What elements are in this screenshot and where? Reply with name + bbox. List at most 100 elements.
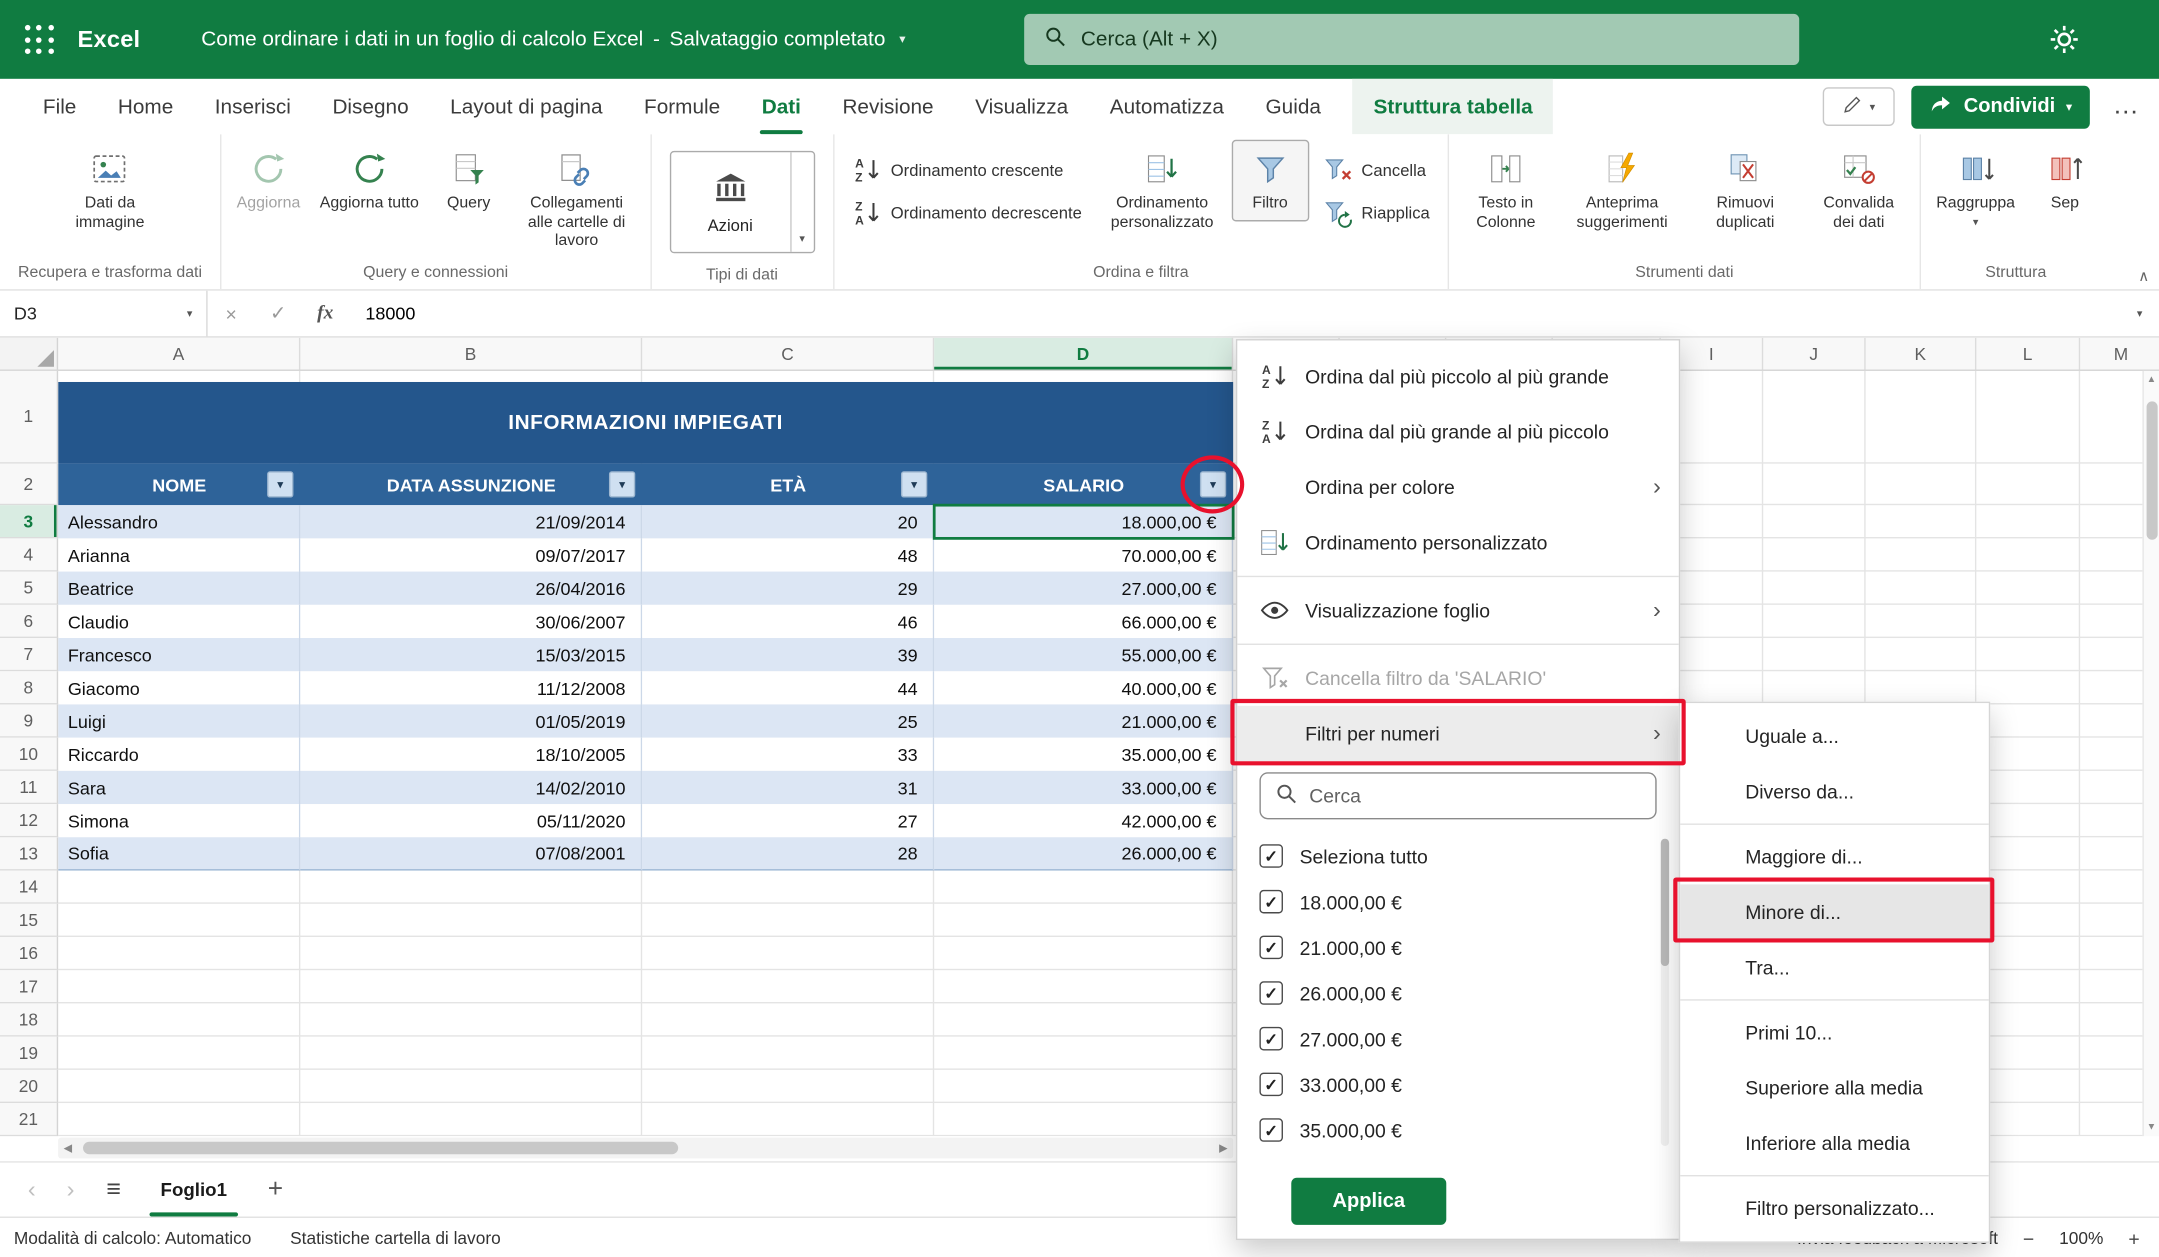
scroll-down-icon[interactable]: ▼ <box>2144 1122 2159 1132</box>
cell[interactable]: Alessandro <box>58 505 300 538</box>
ribbon-tab-struttura-tabella[interactable]: Struttura tabella <box>1353 79 1554 134</box>
column-header-j[interactable]: J <box>1763 338 1865 370</box>
azioni-gallery[interactable]: Azioni▾ <box>669 151 814 253</box>
cell[interactable]: 70.000,00 € <box>934 538 1233 571</box>
cell[interactable]: 42.000,00 € <box>934 804 1233 837</box>
cell[interactable]: Riccardo <box>58 738 300 771</box>
filter-dropdown-data-assunzione[interactable]: ▾ <box>609 471 635 497</box>
row-header-4[interactable]: 4 <box>0 538 58 571</box>
column-header-a[interactable]: A <box>58 338 300 370</box>
filter-dropdown-et[interactable]: ▾ <box>901 471 927 497</box>
menu-item-visualizzazione-foglio[interactable]: Visualizzazione foglio› <box>1237 583 1678 638</box>
rimuovi-duplicati-button[interactable]: Rimuovi duplicati <box>1689 140 1802 240</box>
menu-item-ordina-dal-pi-grande-al-pi-piccolo[interactable]: ZAOrdina dal più grande al più piccolo <box>1237 404 1678 459</box>
cell[interactable]: 40.000,00 € <box>934 671 1233 704</box>
share-button[interactable]: Condividi▾ <box>1911 85 2090 128</box>
filter-search-input[interactable] <box>1309 785 1641 807</box>
next-sheet-icon[interactable]: › <box>53 1176 89 1204</box>
scroll-right-icon[interactable]: ▶ <box>1219 1142 1228 1154</box>
cell[interactable]: 66.000,00 € <box>934 605 1233 638</box>
testo-in-colonne-button[interactable]: Testo in Colonne <box>1456 140 1556 240</box>
column-header-k[interactable]: K <box>1866 338 1977 370</box>
cell[interactable]: 25 <box>642 704 934 737</box>
horizontal-scrollbar[interactable]: ◀ ▶ <box>58 1138 1233 1159</box>
zoom-level[interactable]: 100% <box>2059 1228 2103 1247</box>
cell[interactable]: 18.000,00 € <box>934 505 1233 538</box>
ribbon-tab-file[interactable]: File <box>22 79 97 134</box>
prev-sheet-icon[interactable]: ‹ <box>14 1176 50 1204</box>
aggiorna-button[interactable]: Aggiorna <box>228 140 308 221</box>
editing-mode-button[interactable]: ▾ <box>1823 87 1895 126</box>
workbook-stats-button[interactable]: Statistiche cartella di lavoro <box>290 1228 501 1247</box>
more-options-button[interactable]: … <box>2106 91 2145 121</box>
cell[interactable]: 39 <box>642 638 934 671</box>
cell[interactable]: Luigi <box>58 704 300 737</box>
row-header-12[interactable]: 12 <box>0 804 58 837</box>
row-header-11[interactable]: 11 <box>0 771 58 804</box>
filter-value-21-000-00[interactable]: ✓21.000,00 € <box>1259 925 1678 971</box>
cell[interactable]: 33.000,00 € <box>934 771 1233 804</box>
cell[interactable]: 26/04/2016 <box>300 572 642 605</box>
cell[interactable]: 48 <box>642 538 934 571</box>
filter-list-scroll-thumb[interactable] <box>1661 839 1669 966</box>
cell[interactable]: 18/10/2005 <box>300 738 642 771</box>
cell[interactable]: 27.000,00 € <box>934 572 1233 605</box>
menu-item-ordina-dal-pi-piccolo-al-pi-grande[interactable]: AZOrdina dal più piccolo al più grande <box>1237 349 1678 404</box>
settings-gear-button[interactable] <box>2048 24 2080 60</box>
gallery-item[interactable]: Azioni <box>671 152 790 252</box>
vertical-scrollbar[interactable]: ▲ ▼ <box>2142 371 2159 1136</box>
cell[interactable]: 33 <box>642 738 934 771</box>
filter-value-35-000-00[interactable]: ✓35.000,00 € <box>1259 1107 1678 1153</box>
cell[interactable]: 21/09/2014 <box>300 505 642 538</box>
row-header-21[interactable]: 21 <box>0 1103 58 1136</box>
app-launcher-button[interactable] <box>0 0 78 79</box>
dati-da-immagine-button[interactable]: Dati da immagine <box>60 140 160 240</box>
cell[interactable]: 15/03/2015 <box>300 638 642 671</box>
gallery-dropdown-arrow[interactable]: ▾ <box>790 152 814 252</box>
cell[interactable]: 20 <box>642 505 934 538</box>
submenu-item-uguale-a[interactable]: Uguale a... <box>1680 709 1989 764</box>
ribbon-tab-revisione[interactable]: Revisione <box>822 79 955 134</box>
expand-formula-bar-icon[interactable]: ▾ <box>2120 307 2159 319</box>
filter-value-27-000-00[interactable]: ✓27.000,00 € <box>1259 1016 1678 1062</box>
cell[interactable]: Sofia <box>58 837 300 870</box>
ordinamento-personalizzato-button[interactable]: Ordinamento personalizzato <box>1096 140 1229 240</box>
collapse-ribbon-icon[interactable]: ∧ <box>2138 267 2149 285</box>
row-header-8[interactable]: 8 <box>0 671 58 704</box>
column-header-l[interactable]: L <box>1976 338 2080 370</box>
row-header-10[interactable]: 10 <box>0 738 58 771</box>
cell[interactable]: Arianna <box>58 538 300 571</box>
row-header-5[interactable]: 5 <box>0 572 58 605</box>
filter-value-18-000-00[interactable]: ✓18.000,00 € <box>1259 879 1678 925</box>
submenu-item-primi-10[interactable]: Primi 10... <box>1680 1005 1989 1060</box>
row-header-6[interactable]: 6 <box>0 605 58 638</box>
row-header-19[interactable]: 19 <box>0 1037 58 1070</box>
checkbox-checked[interactable]: ✓ <box>1259 1118 1283 1142</box>
zoom-in-button[interactable]: + <box>2128 1227 2139 1249</box>
checkbox-checked[interactable]: ✓ <box>1259 981 1283 1005</box>
ribbon-tab-guida[interactable]: Guida <box>1245 79 1342 134</box>
ribbon-tab-inserisci[interactable]: Inserisci <box>194 79 312 134</box>
ribbon-tab-layout-di-pagina[interactable]: Layout di pagina <box>429 79 623 134</box>
filter-value-seleziona-tutto[interactable]: ✓Seleziona tutto <box>1259 833 1678 879</box>
cell[interactable]: Simona <box>58 804 300 837</box>
filter-search-box[interactable] <box>1259 772 1656 819</box>
filter-value-33-000-00[interactable]: ✓33.000,00 € <box>1259 1062 1678 1108</box>
cell[interactable]: 21.000,00 € <box>934 704 1233 737</box>
submenu-item-superiore-alla-media[interactable]: Superiore alla media <box>1680 1060 1989 1115</box>
insert-function-icon[interactable]: fx <box>302 302 349 324</box>
menu-item-ordinamento-personalizzato[interactable]: Ordinamento personalizzato <box>1237 515 1678 570</box>
search-box[interactable]: Cerca (Alt + X) <box>1024 14 1799 65</box>
cell[interactable]: Claudio <box>58 605 300 638</box>
cell[interactable]: Beatrice <box>58 572 300 605</box>
filter-value-26-000-00[interactable]: ✓26.000,00 € <box>1259 970 1678 1016</box>
cell[interactable]: 01/05/2019 <box>300 704 642 737</box>
row-header-9[interactable]: 9 <box>0 704 58 737</box>
collegamenti-alle-cartelle-di-lavoro-button[interactable]: Collegamenti alle cartelle di lavoro <box>510 140 643 259</box>
submenu-item-minore-di[interactable]: Minore di... <box>1680 884 1989 939</box>
query-button[interactable]: Query <box>430 140 508 221</box>
checkbox-checked[interactable]: ✓ <box>1259 1073 1283 1097</box>
scroll-left-icon[interactable]: ◀ <box>64 1142 73 1154</box>
cell[interactable]: 44 <box>642 671 934 704</box>
select-all-button[interactable] <box>0 338 58 370</box>
